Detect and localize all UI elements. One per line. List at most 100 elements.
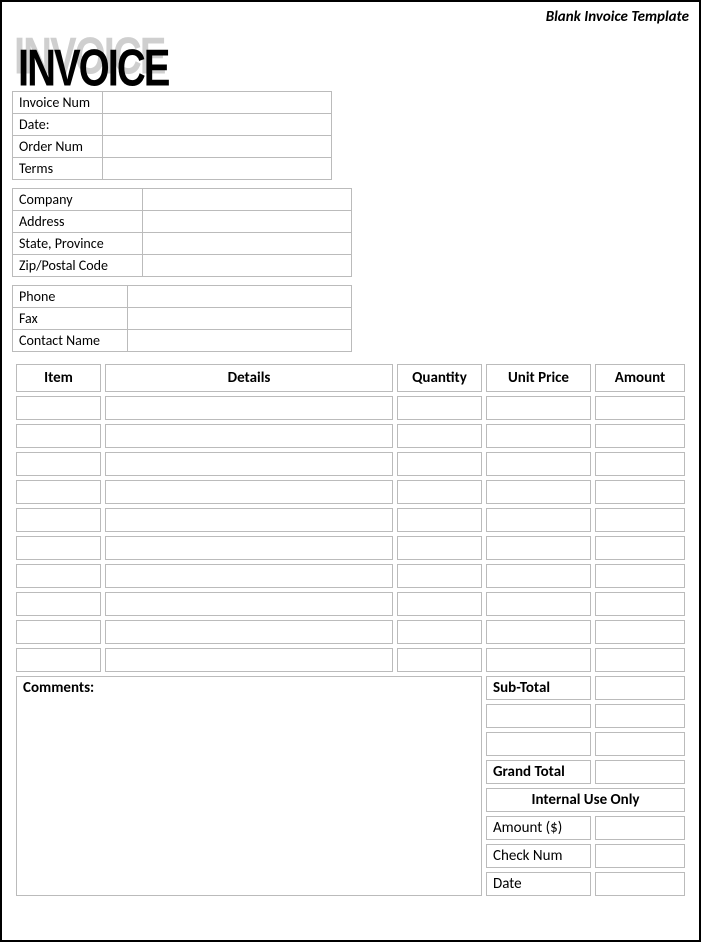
item-cell-qty[interactable]: [397, 508, 482, 532]
item-cell-price[interactable]: [486, 396, 591, 420]
table-row: [16, 536, 685, 560]
item-cell-qty[interactable]: [397, 424, 482, 448]
item-cell-qty[interactable]: [397, 452, 482, 476]
item-cell-amount[interactable]: [595, 480, 685, 504]
invoice-info-block: Invoice Num Date: Order Num Terms: [12, 91, 332, 180]
grand-total-label: Grand Total: [486, 760, 591, 784]
item-cell-details[interactable]: [105, 424, 393, 448]
sub-total-label: Sub-Total: [486, 676, 591, 700]
extra-row-2-label[interactable]: [486, 732, 591, 756]
company-value[interactable]: [143, 189, 352, 211]
order-num-row: Order Num: [13, 136, 332, 158]
table-row: [16, 508, 685, 532]
item-cell-amount[interactable]: [595, 620, 685, 644]
item-cell-qty[interactable]: [397, 536, 482, 560]
item-cell-amount[interactable]: [595, 396, 685, 420]
item-cell-amount[interactable]: [595, 564, 685, 588]
zip-value[interactable]: [143, 255, 352, 277]
item-cell-details[interactable]: [105, 592, 393, 616]
item-cell-amount[interactable]: [595, 508, 685, 532]
item-cell-amount[interactable]: [595, 424, 685, 448]
terms-value[interactable]: [103, 158, 332, 180]
table-row: [16, 452, 685, 476]
item-cell-qty[interactable]: [397, 396, 482, 420]
header-unitprice: Unit Price: [486, 364, 591, 392]
company-label: Company: [13, 189, 143, 211]
item-cell-item[interactable]: [16, 592, 101, 616]
grand-total-value[interactable]: [595, 760, 685, 784]
phone-value[interactable]: [128, 286, 352, 308]
terms-row: Terms: [13, 158, 332, 180]
item-cell-price[interactable]: [486, 564, 591, 588]
item-cell-amount[interactable]: [595, 536, 685, 560]
item-cell-price[interactable]: [486, 508, 591, 532]
items-header-row: Item Details Quantity Unit Price Amount: [16, 364, 685, 392]
items-body: [16, 396, 685, 672]
phone-label: Phone: [13, 286, 128, 308]
state-value[interactable]: [143, 233, 352, 255]
item-cell-item[interactable]: [16, 396, 101, 420]
sub-total-value[interactable]: [595, 676, 685, 700]
item-cell-amount[interactable]: [595, 452, 685, 476]
item-cell-item[interactable]: [16, 648, 101, 672]
comments-label: Comments:: [23, 679, 94, 697]
date-label: Date:: [13, 114, 103, 136]
item-cell-item[interactable]: [16, 480, 101, 504]
header-item: Item: [16, 364, 101, 392]
fax-label: Fax: [13, 308, 128, 330]
item-cell-details[interactable]: [105, 480, 393, 504]
extra-row-1-label[interactable]: [486, 704, 591, 728]
item-cell-price[interactable]: [486, 452, 591, 476]
item-cell-details[interactable]: [105, 648, 393, 672]
zip-label: Zip/Postal Code: [13, 255, 143, 277]
order-num-value[interactable]: [103, 136, 332, 158]
item-cell-qty[interactable]: [397, 648, 482, 672]
table-row: [16, 620, 685, 644]
item-cell-details[interactable]: [105, 508, 393, 532]
item-cell-details[interactable]: [105, 536, 393, 560]
item-cell-amount[interactable]: [595, 592, 685, 616]
item-cell-qty[interactable]: [397, 592, 482, 616]
item-cell-details[interactable]: [105, 564, 393, 588]
internal-date-value[interactable]: [595, 872, 685, 896]
item-cell-qty[interactable]: [397, 620, 482, 644]
template-title: Blank Invoice Template: [12, 8, 689, 26]
item-cell-price[interactable]: [486, 620, 591, 644]
invoice-page: Blank Invoice Template INVOICE INVOICE I…: [0, 0, 701, 942]
extra-row-1-value[interactable]: [595, 704, 685, 728]
item-cell-price[interactable]: [486, 648, 591, 672]
fax-value[interactable]: [128, 308, 352, 330]
item-cell-amount[interactable]: [595, 648, 685, 672]
item-cell-item[interactable]: [16, 508, 101, 532]
date-value[interactable]: [103, 114, 332, 136]
table-row: [16, 564, 685, 588]
invoice-logo: INVOICE INVOICE: [14, 28, 689, 83]
internal-check-value[interactable]: [595, 844, 685, 868]
item-cell-details[interactable]: [105, 452, 393, 476]
contact-value[interactable]: [128, 330, 352, 352]
internal-amount-label: Amount ($): [486, 816, 591, 840]
item-cell-item[interactable]: [16, 424, 101, 448]
item-cell-price[interactable]: [486, 536, 591, 560]
item-cell-price[interactable]: [486, 480, 591, 504]
logo-text: INVOICE: [18, 40, 168, 99]
item-cell-item[interactable]: [16, 620, 101, 644]
address-value[interactable]: [143, 211, 352, 233]
item-cell-item[interactable]: [16, 536, 101, 560]
item-cell-details[interactable]: [105, 620, 393, 644]
header-amount: Amount: [595, 364, 685, 392]
internal-amount-value[interactable]: [595, 816, 685, 840]
header-details: Details: [105, 364, 393, 392]
item-cell-details[interactable]: [105, 396, 393, 420]
table-row: [16, 648, 685, 672]
item-cell-price[interactable]: [486, 592, 591, 616]
item-cell-item[interactable]: [16, 452, 101, 476]
item-cell-item[interactable]: [16, 564, 101, 588]
extra-row-2-value[interactable]: [595, 732, 685, 756]
item-cell-price[interactable]: [486, 424, 591, 448]
item-cell-qty[interactable]: [397, 480, 482, 504]
table-row: [16, 424, 685, 448]
comments-box[interactable]: Comments:: [16, 676, 482, 896]
item-cell-qty[interactable]: [397, 564, 482, 588]
internal-use-header: Internal Use Only: [486, 788, 685, 812]
